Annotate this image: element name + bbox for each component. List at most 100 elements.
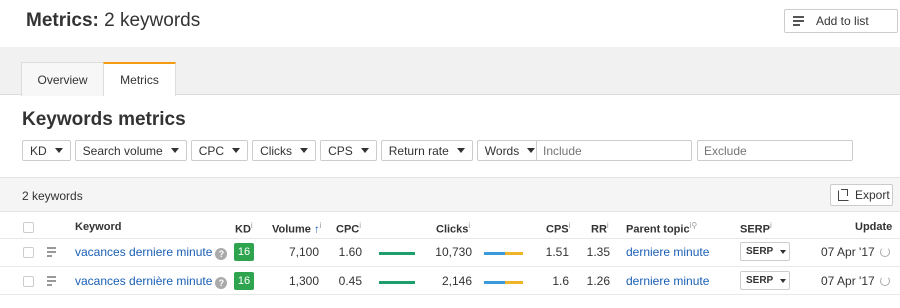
col-keyword[interactable]: Keyword: [75, 221, 121, 233]
chevron-down-icon: [456, 148, 465, 153]
title-rest: 2 keywords: [98, 10, 201, 31]
col-cps-label: CPS: [546, 223, 569, 236]
filter-bar: KD Search volume CPC Clicks CPS Return r…: [22, 140, 544, 161]
clicks-value: 2,146: [441, 274, 472, 288]
filter-return-rate[interactable]: Return rate: [380, 140, 473, 161]
clicks-paid-bar: [505, 281, 523, 284]
select-all-checkbox[interactable]: [23, 222, 34, 233]
tab-overview[interactable]: Overview: [21, 62, 104, 96]
filter-kd[interactable]: KD: [22, 140, 71, 161]
col-cps[interactable]: CPSi: [546, 221, 570, 236]
clicks-organic-bar: [484, 281, 505, 284]
help-icon[interactable]: ?: [215, 248, 228, 260]
section-title: Keywords metrics: [22, 109, 186, 130]
col-cpc[interactable]: CPCi: [336, 221, 361, 236]
tab-metrics[interactable]: Metrics: [103, 62, 176, 96]
kd-badge: 16: [234, 243, 254, 261]
col-parent-topic-label: Parent topic: [626, 223, 690, 236]
cpc-value: 1.60: [338, 245, 362, 259]
col-serp-label: SERP: [740, 223, 770, 236]
col-kd[interactable]: KDi: [235, 221, 253, 236]
cpc-value: 0.45: [338, 274, 362, 288]
info-icon: i: [769, 221, 772, 230]
info-icon: i: [359, 221, 362, 230]
col-kd-label: KD: [235, 223, 251, 236]
col-rr-label: RR: [591, 223, 607, 236]
add-to-list-button[interactable]: Add to list: [784, 9, 898, 33]
chevron-down-icon: [780, 249, 787, 254]
filter-cpc[interactable]: CPC: [190, 140, 249, 161]
filter-kd-label: KD: [30, 143, 47, 158]
help-icon[interactable]: ?: [215, 277, 228, 289]
keyword-text: vacances dernière minute: [75, 274, 213, 288]
serp-label: SERP: [746, 275, 774, 286]
keyword-text: vacances derniere minute: [75, 245, 213, 259]
results-bar: 2 keywords Export: [0, 177, 900, 212]
chevron-down-icon: [780, 278, 787, 283]
export-icon: [838, 188, 849, 201]
info-icon: i: [468, 221, 471, 230]
row-checkbox[interactable]: [23, 247, 34, 258]
filter-cps[interactable]: CPS: [320, 140, 377, 161]
serp-dropdown[interactable]: SERP: [740, 271, 790, 290]
cpc-bar: [379, 281, 415, 284]
col-rr[interactable]: RRi: [591, 221, 609, 236]
volume-value: 1,300: [288, 274, 319, 288]
tab-bar: Overview Metrics: [0, 47, 900, 96]
row-divider: [0, 294, 900, 295]
filter-search-volume[interactable]: Search volume: [74, 140, 187, 161]
refresh-icon[interactable]: [880, 276, 890, 286]
filter-words[interactable]: Words: [476, 140, 544, 161]
header-divider: [0, 238, 900, 239]
page-header: Metrics: 2 keywords Add to list: [0, 0, 900, 47]
refresh-icon[interactable]: [880, 247, 890, 257]
update-date: 07 Apr '17: [821, 245, 875, 259]
chevron-down-icon: [360, 148, 369, 153]
filter-cps-label: CPS: [328, 143, 353, 158]
col-volume-label: Volume: [272, 223, 311, 236]
add-to-list-label: Add to list: [816, 14, 869, 28]
col-parent-topic[interactable]: Parent topici⚲: [626, 221, 697, 236]
keyword-count: 2 keywords: [22, 189, 83, 203]
serp-label: SERP: [746, 246, 774, 257]
include-input[interactable]: [536, 140, 692, 161]
cps-value: 1.51: [545, 245, 569, 259]
rr-value: 1.26: [586, 274, 610, 288]
chevron-down-icon: [170, 148, 179, 153]
col-volume[interactable]: Volume ↑i: [272, 221, 321, 236]
info-icon: i: [568, 221, 571, 230]
chevron-down-icon: [54, 148, 63, 153]
export-button[interactable]: Export: [830, 184, 893, 206]
cps-value: 1.6: [552, 274, 569, 288]
chevron-down-icon: [527, 148, 536, 153]
info-icon: i: [606, 221, 609, 230]
col-clicks-label: Clicks: [436, 223, 469, 236]
add-to-list-icon[interactable]: [47, 247, 59, 257]
filter-clicks[interactable]: Clicks: [252, 140, 317, 161]
export-label: Export: [855, 188, 890, 202]
filter-search-volume-label: Search volume: [82, 143, 163, 158]
row-divider: [0, 266, 900, 267]
filter-return-rate-label: Return rate: [388, 143, 449, 158]
keyword-link[interactable]: vacances derniere minute?: [75, 245, 228, 260]
row-checkbox[interactable]: [23, 276, 34, 287]
page-title: Metrics: 2 keywords: [26, 10, 200, 32]
add-list-icon: [793, 15, 807, 27]
add-to-list-icon[interactable]: [47, 276, 59, 286]
rr-value: 1.35: [586, 245, 610, 259]
col-serp[interactable]: SERPi: [740, 221, 772, 236]
info-icon: i: [250, 221, 253, 230]
exclude-input[interactable]: [697, 140, 853, 161]
chevron-down-icon: [300, 148, 309, 153]
serp-dropdown[interactable]: SERP: [740, 242, 790, 261]
parent-topic-link[interactable]: derniere minute: [626, 245, 709, 259]
keyword-link[interactable]: vacances dernière minute?: [75, 274, 228, 289]
clicks-paid-bar: [505, 252, 523, 255]
col-clicks[interactable]: Clicksi: [436, 221, 470, 236]
filter-words-label: Words: [484, 143, 520, 158]
col-update[interactable]: Update: [855, 221, 892, 233]
parent-topic-link[interactable]: derniere minute: [626, 274, 709, 288]
filter-clicks-label: Clicks: [260, 143, 293, 158]
volume-value: 7,100: [288, 245, 319, 259]
title-bold: Metrics:: [26, 10, 99, 31]
